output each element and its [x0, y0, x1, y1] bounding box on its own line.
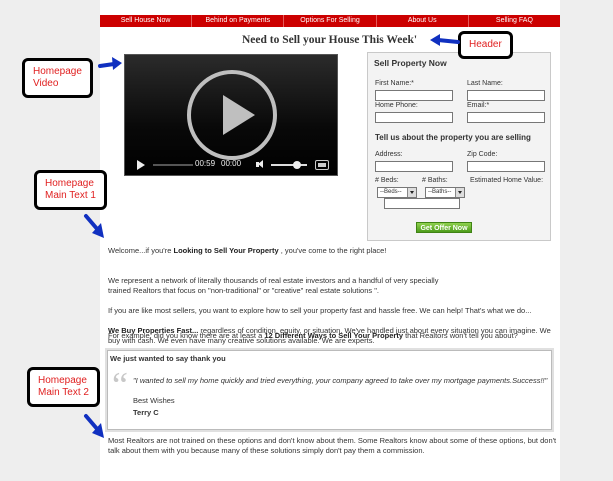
annotation-arrows — [84, 34, 460, 438]
example-text: For example, did you know there are at l… — [108, 331, 265, 340]
example-paragraph: For example, did you know there are at l… — [108, 331, 560, 341]
arrow-icon — [98, 57, 122, 70]
arrow-icon — [84, 214, 104, 238]
example-bold-text: 12 Different Ways to Sell Your Property — [264, 331, 403, 340]
example-text-end: that Realtors won't tell you about? — [403, 331, 518, 340]
arrow-icon — [430, 34, 460, 46]
arrow-icon — [84, 414, 104, 438]
